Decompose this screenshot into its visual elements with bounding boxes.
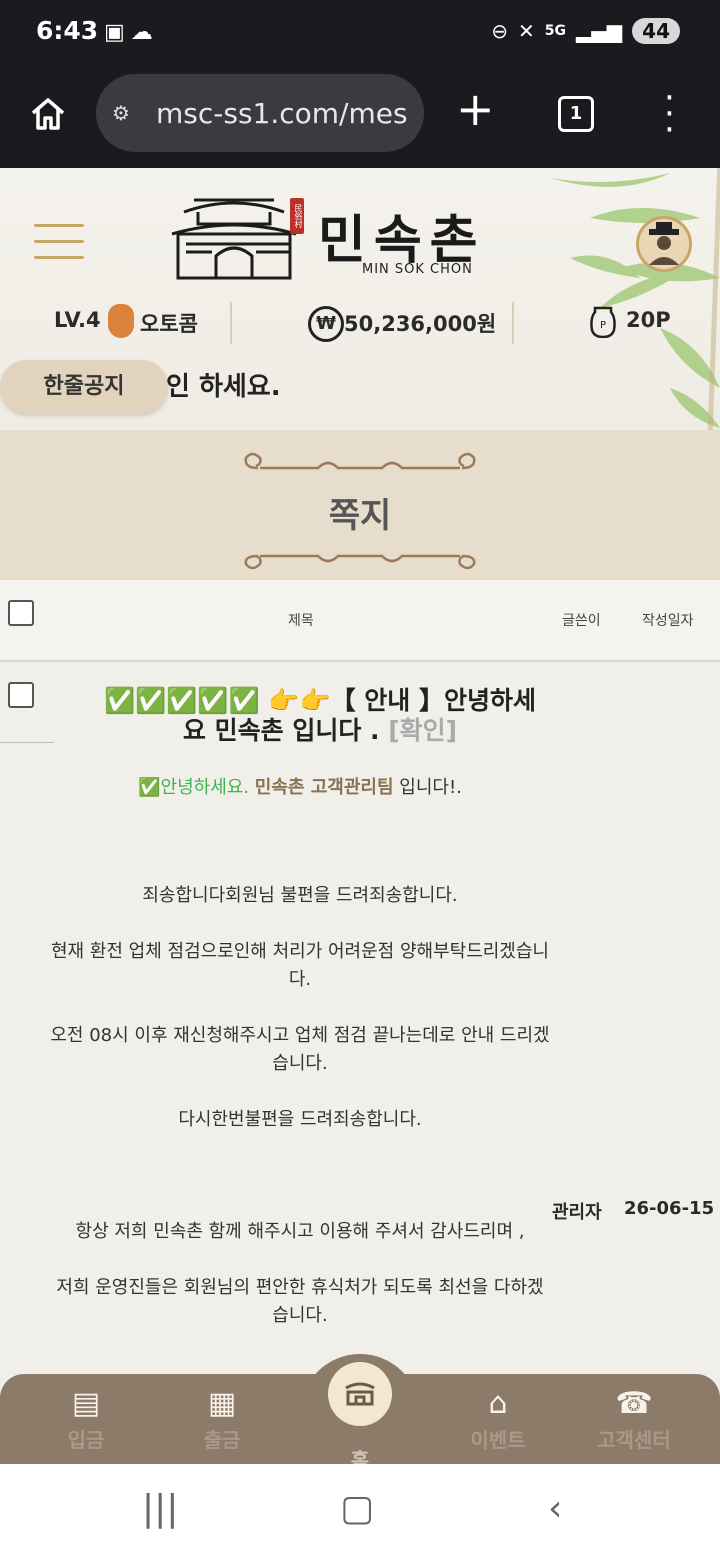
message-line: 오전 08시 이후 재신청해주시고 업체 점검 끝나는데로 안내 드리겠습니다. [50,1025,550,1074]
message-line: 다시한번불편을 드려죄송합니다. [178,1109,422,1130]
message-title[interactable]: ✅✅✅✅✅ 👉👉【 안내 】안녕하세요 민속촌 입니다 . [확인] [100,686,540,746]
nav-home[interactable]: 홈 [300,1404,420,1473]
user-level: LV.4 [54,308,101,332]
message-line: 저희 운영진들은 회원님의 편안한 휴식처가 되도록 최선을 다하겠습니다. [56,1277,544,1326]
logo-gate-icon [171,198,297,280]
more-menu-icon[interactable]: · · · [664,81,675,147]
home-spacer [300,1404,420,1444]
one-line-notice-text: 인 하세요. [166,372,281,402]
atm-icon: ▦ [207,1386,237,1421]
check-emojis: ✅✅✅✅✅ [103,686,260,715]
user-nickname: 오토콤 [140,312,198,336]
nav-event[interactable]: ⌂ 이벤트 [438,1384,558,1453]
points-amount: 20P [626,308,671,332]
nav-withdraw-label: 출금 [203,1428,241,1452]
user-info-bar: LV.4 오토콤 ₩ 50,236,000원 P 20P [0,292,720,352]
profile-avatar-button[interactable] [636,216,692,272]
nav-support-label: 고객센터 [597,1428,671,1452]
nav-withdraw[interactable]: ▦ 출금 [162,1384,282,1453]
read-status: [확인] [388,716,458,745]
message-checkbox[interactable] [8,682,34,708]
message-line: 항상 저희 민속촌 함께 해주시고 이용해 주셔서 감사드리며 , [75,1221,525,1242]
balance-amount: 50,236,000원 [344,312,497,336]
nav-deposit[interactable]: ▤ 입금 [26,1384,146,1453]
one-line-notice-label: 한줄공지 [0,360,168,414]
message-date: 26-06-15 [624,1198,715,1219]
page-title: 쪽지 [328,496,392,536]
network-label: 5G [544,23,566,39]
gift-basket-icon: ⌂ [488,1386,508,1421]
dnd-icon: ⊖ [491,19,508,43]
row-divider [0,742,54,743]
column-subject: 제목 [288,613,314,629]
point-jar-icon: P [590,306,616,338]
battery-indicator: 44 [632,18,680,44]
cash-icon: ▤ [71,1386,101,1421]
home-icon[interactable] [28,94,68,134]
message-table-header: 제목 글쓴이 작성일자 [0,580,720,662]
svg-text:P: P [600,320,606,331]
greeting-prefix: ✅안녕하세요. [138,777,250,798]
back-icon[interactable]: ‹ [548,1488,562,1529]
nav-event-label: 이벤트 [470,1428,526,1452]
logo-seal: 民俗村 [290,198,304,234]
browser-toolbar: ⚙ msc-ss1.com/mes + 1 · · · [0,68,720,168]
message-line: 현재 환전 업체 점검으로인해 처리가 어려운점 양해부탁드리겠습니다. [50,941,549,990]
message-row[interactable]: ✅✅✅✅✅ 👉👉【 안내 】안녕하세요 민속촌 입니다 . [확인] ✅안녕하세… [0,662,720,1362]
chat-support-icon: ☎ [615,1386,653,1421]
system-indicators: ⊖ ✕ 5G ▂▄▆ 44 [491,18,680,44]
message-line: 죄송합니다회원님 불편을 드려죄송합니다. [142,885,458,906]
status-bar: 6:43 ▣☁ ⊖ ✕ 5G ▂▄▆ 44 [0,0,720,68]
site-header: 民俗村 민속촌 MIN SOK CHON LV.4 오토콤 ₩ 50,236,0… [0,168,720,430]
level-mask-icon [108,304,134,338]
menu-button[interactable] [34,224,84,272]
page-title-banner: 쪽지 [0,430,720,580]
address-bar[interactable]: ⚙ msc-ss1.com/mes [96,74,424,152]
greeting-team: 민속촌 고객관리팀 [254,777,394,798]
greeting-suffix: 입니다!. [399,777,462,798]
signal-icon: ▂▄▆ [576,19,623,43]
url-text[interactable]: msc-ss1.com/mes [156,97,408,130]
divider [230,302,232,344]
greeting-line: ✅안녕하세요. 민속촌 고객관리팀 입니다!. [50,774,550,802]
tab-count-button[interactable]: 1 [558,96,594,132]
user-avatar-icon [649,222,679,265]
won-icon: ₩ [308,306,344,342]
system-navigation-bar: ||| ▢ ‹ [0,1464,720,1560]
new-tab-button[interactable]: + [456,82,495,136]
mute-icon: ✕ [518,19,535,43]
nav-support[interactable]: ☎ 고객센터 [574,1384,694,1453]
recent-apps-icon[interactable]: ||| [142,1488,178,1529]
clock: 6:43 [36,16,99,45]
site-settings-icon[interactable]: ⚙ [112,101,146,125]
ornament-top [244,452,476,470]
site-logo-subtitle: MIN SOK CHON [362,262,473,277]
message-author: 관리자 [552,1202,602,1223]
pointing-emojis: 👉👉 [268,686,331,715]
notification-icons: ▣☁ [104,20,159,45]
column-date: 작성일자 [642,613,694,629]
home-system-icon[interactable]: ▢ [340,1488,374,1529]
nav-deposit-label: 입금 [67,1428,105,1452]
column-author: 글쓴이 [562,613,601,629]
ornament-bottom [244,554,476,570]
select-all-checkbox[interactable] [8,600,34,626]
divider [512,302,514,344]
